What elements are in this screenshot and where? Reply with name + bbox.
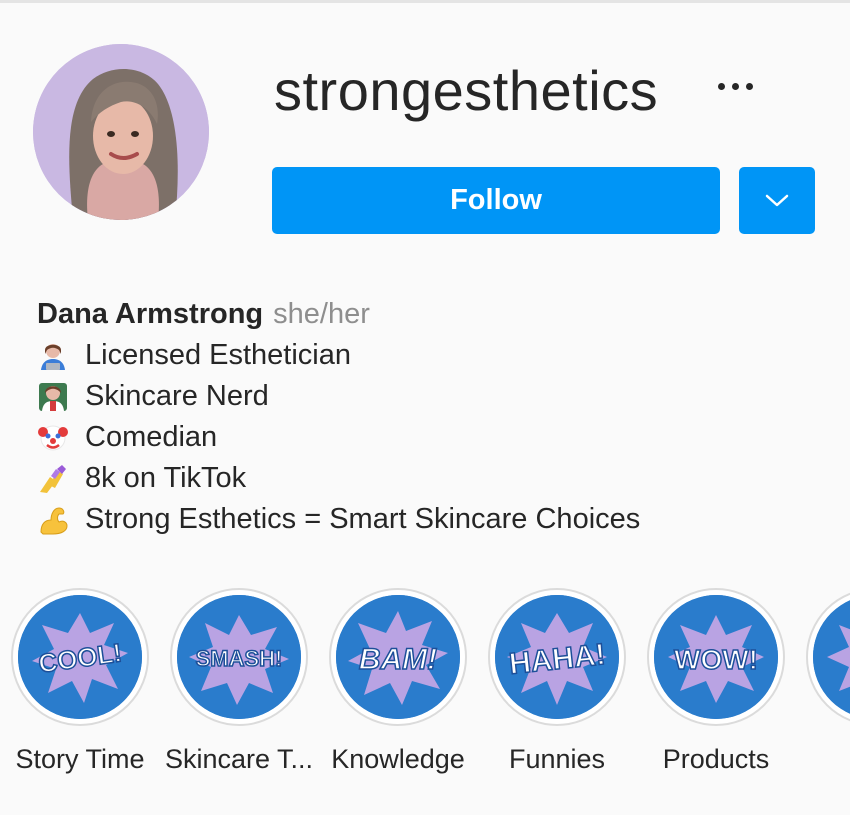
bio-text: Comedian <box>85 421 218 453</box>
bio-line: Comedian <box>37 417 640 458</box>
highlight-products[interactable]: WOW! Products <box>636 588 796 775</box>
svg-text:WOW!: WOW! <box>674 644 758 675</box>
bio-line: Skincare Nerd <box>37 376 640 417</box>
highlight-label: Story Time <box>15 744 145 774</box>
more-options-icon[interactable] <box>705 68 765 104</box>
suggested-accounts-button[interactable] <box>739 167 815 234</box>
highlight-label: Skincare T... <box>164 744 314 774</box>
highlight-ring: SMASH! <box>170 588 308 726</box>
avatar-photo <box>33 44 209 220</box>
clown-face-icon <box>37 422 69 454</box>
highlight-label: Peel <box>795 744 850 775</box>
highlight-cover: BAM! <box>336 595 460 719</box>
bio-text: Strong Esthetics = Smart Skincare Choice… <box>85 503 641 535</box>
bio-text: 8k on TikTok <box>85 462 247 494</box>
highlight-cover: SMASH! <box>177 595 301 719</box>
bio-name-line: Dana Armstrong she/her <box>37 294 640 335</box>
dot <box>731 82 739 90</box>
flexed-biceps-icon <box>37 504 69 536</box>
svg-text:SMASH!: SMASH! <box>196 646 283 671</box>
dot <box>717 82 725 90</box>
highlight-label: Funnies <box>508 744 606 774</box>
full-name: Dana Armstrong <box>37 298 264 330</box>
highlight-skincare-tips[interactable]: SMASH! Skincare T... <box>159 588 319 775</box>
bio-text: Licensed Esthetician <box>85 339 351 371</box>
profile-username: strongesthetics <box>274 59 659 122</box>
profile-bio: Dana Armstrong she/her Licensed Esthetic… <box>37 294 640 540</box>
bio-line: Strong Esthetics = Smart Skincare Choice… <box>37 499 640 540</box>
chevron-down-icon <box>765 194 789 206</box>
bio-text: Skincare Nerd <box>85 380 269 412</box>
follow-button[interactable]: Follow <box>272 167 720 234</box>
woman-technologist-icon <box>37 340 69 372</box>
dot <box>745 82 753 90</box>
pronouns: she/her <box>273 298 370 330</box>
bio-line: 8k on TikTok <box>37 458 640 499</box>
story-highlights: COOL! Story Time SMASH! Skincare T... BA… <box>0 588 850 788</box>
highlight-story-time[interactable]: COOL! Story Time <box>0 588 160 775</box>
highlight-knowledge[interactable]: BAM! Knowledge <box>318 588 478 775</box>
highlight-cover: Z <box>813 595 850 719</box>
highlight-ring: WOW! <box>647 588 785 726</box>
highlight-cover: COOL! <box>18 595 142 719</box>
profile-avatar[interactable] <box>33 44 209 220</box>
highlight-cover: HAHA! <box>495 595 619 719</box>
highlight-cover: WOW! <box>654 595 778 719</box>
svg-text:BAM!: BAM! <box>359 643 437 676</box>
highlight-ring: Z <box>806 588 850 726</box>
highlight-label: Products <box>662 744 770 774</box>
highlight-label: Knowledge <box>331 744 465 774</box>
highlight-ring: HAHA! <box>488 588 626 726</box>
highlight-funnies[interactable]: HAHA! Funnies <box>477 588 637 775</box>
highlight-ring: COOL! <box>11 588 149 726</box>
bio-line: Licensed Esthetician <box>37 335 640 376</box>
highlight-ring: BAM! <box>329 588 467 726</box>
top-divider <box>0 0 850 3</box>
nail-polish-icon <box>37 463 69 495</box>
highlight-peel[interactable]: Z Peel <box>795 588 850 775</box>
woman-scientist-icon <box>37 381 69 413</box>
